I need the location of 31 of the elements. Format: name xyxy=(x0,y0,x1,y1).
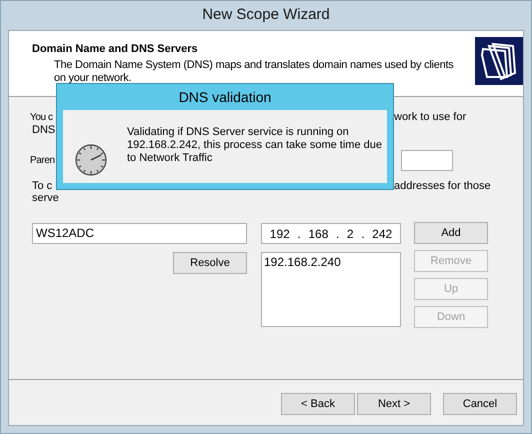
next-button[interactable]: Next > xyxy=(357,393,431,415)
ip-separator: . xyxy=(297,226,301,242)
ip-address-field[interactable]: 192 . 168 . 2 . 242 xyxy=(261,223,401,244)
ip-octet: 192 xyxy=(270,226,290,242)
page-description: The Domain Name System (DNS) maps and translates domain names used by clients on your network. xyxy=(53,58,455,84)
ip-separator: . xyxy=(336,226,340,242)
intro-text-fragment: work to use for xyxy=(394,111,466,124)
resolve-button[interactable]: Resolve xyxy=(173,252,247,274)
dialog-title: DNS validation xyxy=(178,88,272,106)
servers-text-fragment: addresses for those xyxy=(394,180,491,192)
ip-separator: . xyxy=(361,226,365,242)
page-heading: Domain Name and DNS Servers xyxy=(32,42,199,57)
ip-octet: 168 xyxy=(308,226,328,242)
cancel-button[interactable]: Cancel xyxy=(443,393,517,415)
dialog-message-line: 192.168.2.242, this process can take some time due xyxy=(127,139,382,152)
ip-octet: 242 xyxy=(372,226,392,242)
window-title: New Scope Wizard xyxy=(202,5,330,26)
parent-domain-label: Paren xyxy=(30,155,55,166)
back-button[interactable]: < Back xyxy=(281,393,355,415)
intro-text-fragment: You c xyxy=(30,112,53,123)
intro-text-fragment: DNS xyxy=(32,124,56,136)
parent-domain-field[interactable] xyxy=(401,150,453,171)
servers-text-fragment: serve xyxy=(32,192,59,204)
dialog-message-line: Validating if DNS Server service is running on xyxy=(127,126,350,139)
list-item[interactable]: 192.168.2.240 xyxy=(264,255,398,269)
ip-octet: 2 xyxy=(346,226,354,242)
clock-icon xyxy=(75,144,107,176)
list-action-button[interactable]: Add xyxy=(414,222,488,244)
dialog-message-line: to Network Traffic xyxy=(127,152,214,165)
server-name-field[interactable]: WS12ADC xyxy=(32,223,247,244)
servers-text-fragment: To c xyxy=(32,180,52,192)
